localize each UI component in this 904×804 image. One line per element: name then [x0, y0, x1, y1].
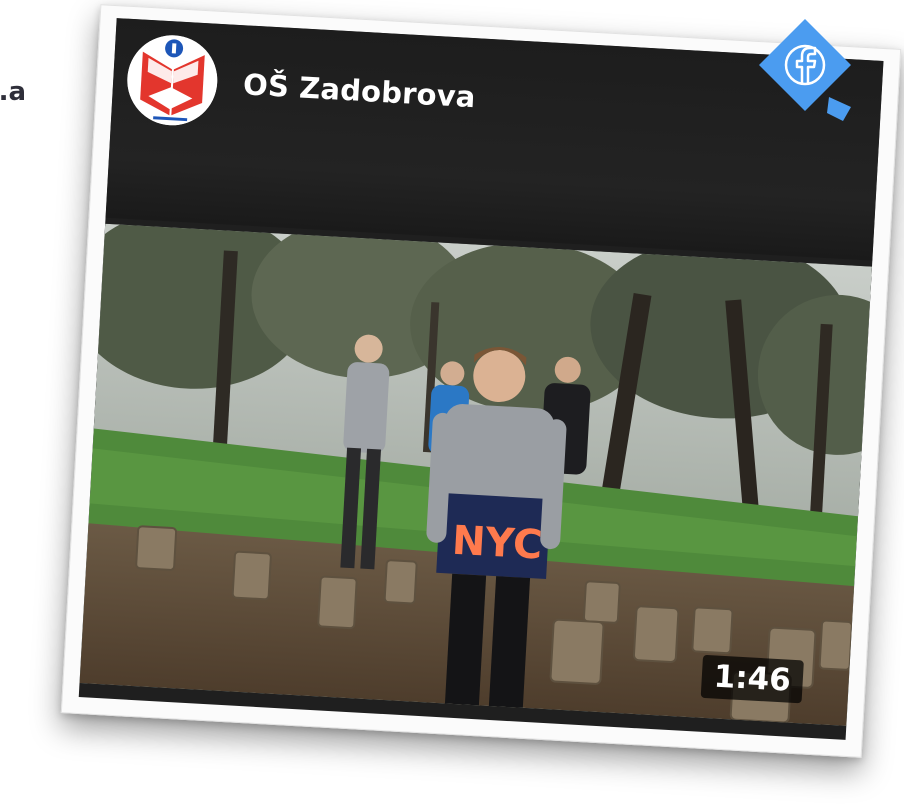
slide-canvas: a. OŠ Zadobrova [0, 0, 904, 804]
clipped-heading-text: a. [0, 77, 26, 107]
video-thumbnail[interactable]: NYC 1:46 [79, 223, 872, 726]
shirt-print-text: NYC [451, 518, 544, 569]
video-duration-badge: 1:46 [700, 654, 804, 704]
facebook-video-post[interactable]: OŠ Zadobrova NYC 1:46 [78, 18, 884, 740]
facebook-share-badge[interactable] [747, 17, 853, 123]
page-name-link[interactable]: OŠ Zadobrova [242, 67, 476, 114]
video-frame-image: NYC [79, 223, 872, 726]
school-logo-icon[interactable] [124, 32, 220, 128]
